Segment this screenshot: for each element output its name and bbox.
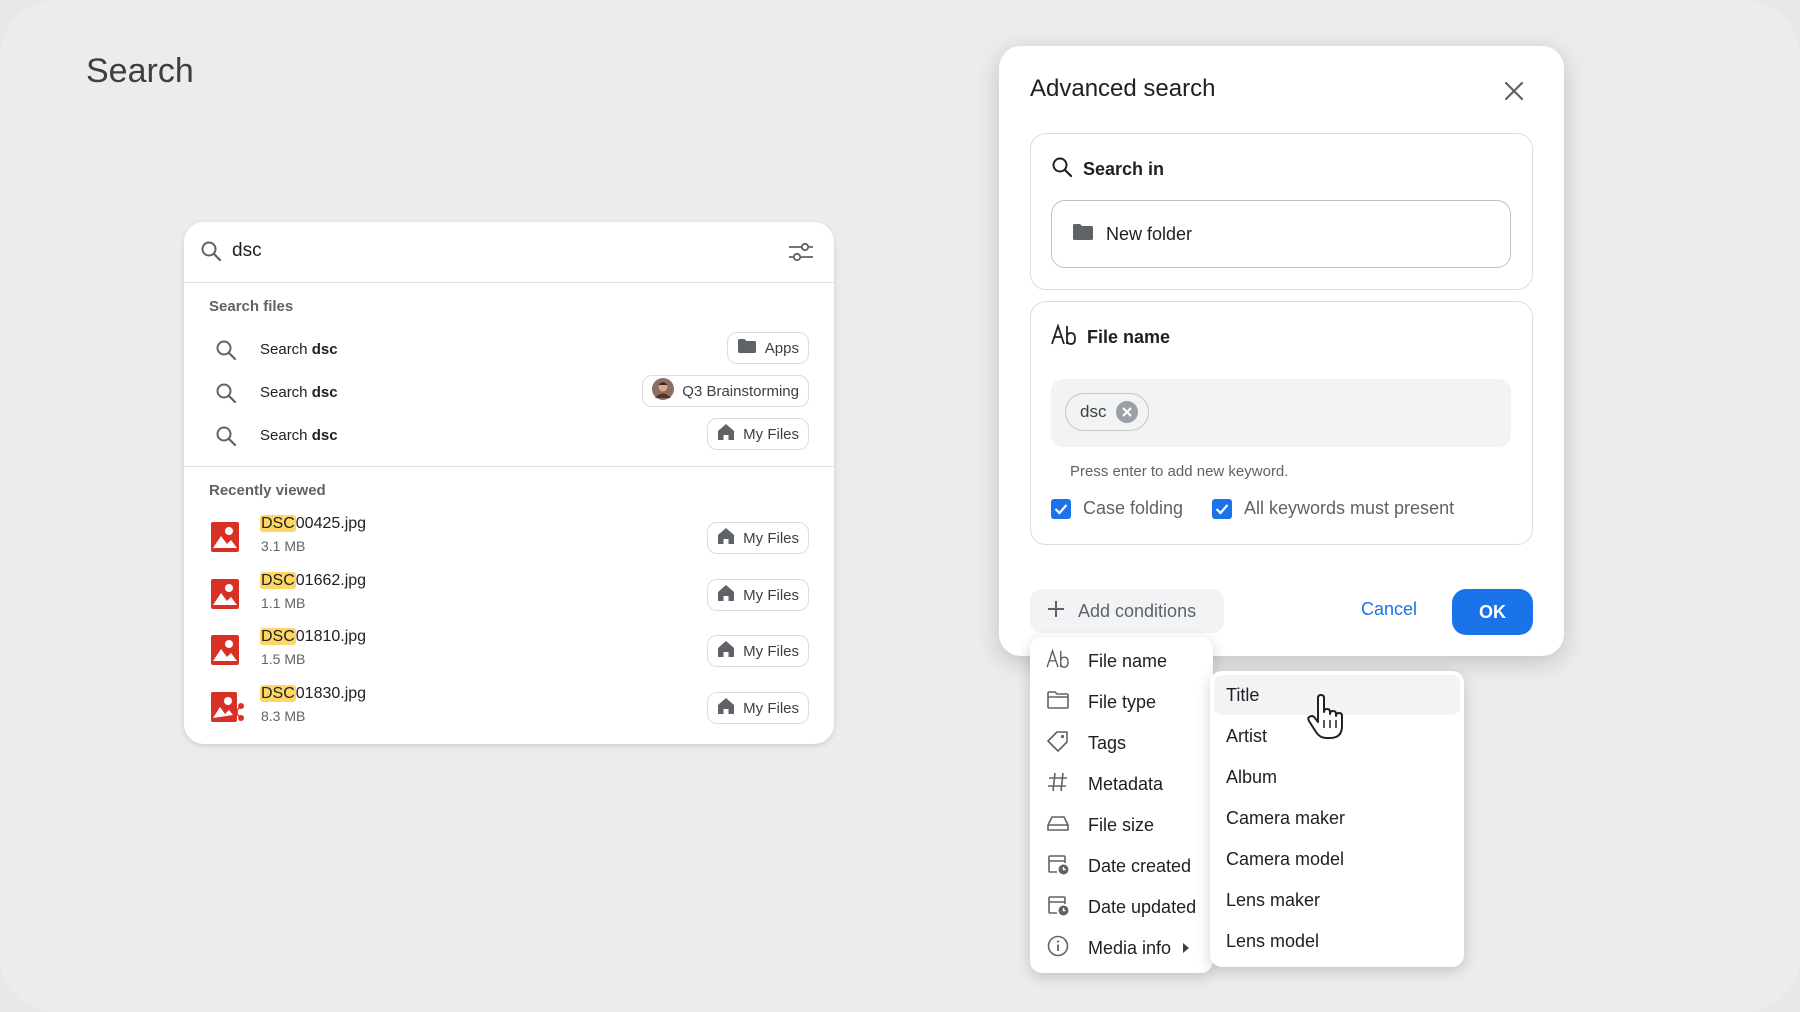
card-header: File name bbox=[1051, 323, 1170, 351]
submenu-arrow-icon bbox=[1181, 938, 1191, 959]
remove-keyword-icon[interactable] bbox=[1116, 401, 1139, 423]
section-label-search-files: Search files bbox=[209, 298, 294, 315]
tag-icon bbox=[1046, 730, 1070, 757]
folder-outline-icon bbox=[1046, 690, 1070, 715]
search-suggestion[interactable]: Search dsc Apps bbox=[184, 328, 834, 371]
advanced-search-dialog: Advanced search Search in New folder Fil… bbox=[999, 46, 1564, 656]
image-file-icon bbox=[211, 635, 239, 670]
close-icon bbox=[1499, 81, 1529, 110]
keyword-input[interactable]: dsc bbox=[1051, 379, 1511, 447]
search-suggestion[interactable]: Search dsc My Files bbox=[184, 414, 834, 457]
checkbox-checked-icon bbox=[1212, 498, 1232, 519]
search-icon bbox=[1051, 156, 1073, 183]
file-name-card: File name dsc Press enter to add new key… bbox=[1030, 301, 1533, 545]
menu-item-file-name[interactable]: File name bbox=[1030, 641, 1213, 681]
case-folding-checkbox[interactable]: Case folding bbox=[1051, 498, 1183, 519]
hand-cursor-icon bbox=[1306, 694, 1346, 745]
location-chip[interactable]: My Files bbox=[707, 635, 809, 667]
submenu-item-camera-maker[interactable]: Camera maker bbox=[1210, 798, 1464, 838]
location-chip[interactable]: My Files bbox=[707, 418, 809, 450]
location-chip[interactable]: My Files bbox=[707, 692, 809, 724]
home-icon bbox=[717, 584, 735, 606]
recent-file-row[interactable]: DSC00425.jpg 3.1 MB My Files bbox=[184, 512, 834, 564]
folder-icon bbox=[1072, 223, 1094, 246]
card-header: Search in bbox=[1051, 156, 1164, 183]
home-icon bbox=[717, 423, 735, 445]
location-chip[interactable]: My Files bbox=[707, 579, 809, 611]
suggestion-text: Search dsc bbox=[260, 341, 338, 358]
location-chip[interactable]: My Files bbox=[707, 522, 809, 554]
calendar-clock-icon bbox=[1046, 893, 1070, 922]
hash-icon bbox=[1046, 771, 1070, 798]
calendar-clock-icon bbox=[1046, 852, 1070, 881]
drive-icon bbox=[1046, 813, 1070, 838]
keyword-chip: dsc bbox=[1065, 393, 1150, 431]
filter-settings-icon[interactable] bbox=[788, 240, 814, 269]
suggestion-text: Search dsc bbox=[260, 384, 338, 401]
file-size: 3.1 MB bbox=[261, 538, 306, 554]
file-name: DSC01810.jpg bbox=[260, 628, 367, 645]
suggestion-text: Search dsc bbox=[260, 427, 338, 444]
search-icon bbox=[215, 425, 237, 452]
menu-item-media-info[interactable]: Media info bbox=[1030, 928, 1213, 968]
recent-file-row[interactable]: DSC01810.jpg 1.5 MB My Files bbox=[184, 625, 834, 677]
keyword-hint: Press enter to add new keyword. bbox=[1070, 463, 1289, 480]
text-ab-icon bbox=[1051, 323, 1077, 351]
page-title: Search bbox=[86, 52, 194, 90]
shared-image-file-icon bbox=[211, 692, 245, 727]
menu-item-date-created[interactable]: Date created bbox=[1030, 846, 1213, 886]
submenu-item-camera-model[interactable]: Camera model bbox=[1210, 839, 1464, 879]
dialog-title: Advanced search bbox=[1030, 75, 1216, 102]
file-size: 1.1 MB bbox=[261, 595, 306, 611]
add-conditions-button[interactable]: Add conditions bbox=[1030, 589, 1224, 633]
home-icon bbox=[717, 527, 735, 549]
search-suggestion[interactable]: Search dsc Q3 Brainstorming bbox=[184, 371, 834, 414]
search-icon bbox=[215, 382, 237, 409]
search-in-folder-field[interactable]: New folder bbox=[1051, 200, 1511, 268]
submenu-item-lens-model[interactable]: Lens model bbox=[1210, 921, 1464, 961]
close-button[interactable] bbox=[1499, 76, 1529, 106]
location-chip[interactable]: Apps bbox=[726, 332, 809, 364]
search-icon bbox=[200, 240, 222, 267]
location-chip[interactable]: Q3 Brainstorming bbox=[642, 375, 809, 407]
plus-icon bbox=[1046, 599, 1066, 624]
divider bbox=[184, 466, 834, 467]
canvas: Search dsc Search files Search dsc Apps … bbox=[0, 0, 1800, 1012]
home-icon bbox=[717, 640, 735, 662]
info-icon bbox=[1046, 934, 1070, 963]
ok-button[interactable]: OK bbox=[1452, 589, 1533, 635]
text-ab-icon bbox=[1046, 648, 1070, 674]
menu-item-tags[interactable]: Tags bbox=[1030, 723, 1213, 763]
folder-icon bbox=[737, 338, 757, 358]
file-size: 1.5 MB bbox=[261, 651, 306, 667]
search-input[interactable]: dsc bbox=[232, 240, 262, 262]
file-name: DSC00425.jpg bbox=[260, 515, 367, 532]
all-keywords-checkbox[interactable]: All keywords must present bbox=[1212, 498, 1454, 519]
section-label-recently-viewed: Recently viewed bbox=[209, 482, 326, 499]
cancel-button[interactable]: Cancel bbox=[1361, 599, 1417, 620]
menu-item-metadata[interactable]: Metadata bbox=[1030, 764, 1213, 804]
file-size: 8.3 MB bbox=[261, 708, 306, 724]
menu-item-file-type[interactable]: File type bbox=[1030, 682, 1213, 722]
home-icon bbox=[717, 697, 735, 719]
file-name: DSC01662.jpg bbox=[260, 572, 367, 589]
image-file-icon bbox=[211, 522, 239, 557]
recent-file-row[interactable]: DSC01830.jpg 8.3 MB My Files bbox=[184, 682, 834, 734]
submenu-item-lens-maker[interactable]: Lens maker bbox=[1210, 880, 1464, 920]
avatar bbox=[652, 378, 675, 404]
menu-item-file-size[interactable]: File size bbox=[1030, 805, 1213, 845]
search-panel: dsc Search files Search dsc Apps Search … bbox=[184, 222, 834, 744]
image-file-icon bbox=[211, 579, 239, 614]
recent-file-row[interactable]: DSC01662.jpg 1.1 MB My Files bbox=[184, 569, 834, 621]
search-icon bbox=[215, 339, 237, 366]
search-in-card: Search in New folder bbox=[1030, 133, 1533, 290]
submenu-item-album[interactable]: Album bbox=[1210, 757, 1464, 797]
file-name: DSC01830.jpg bbox=[260, 685, 367, 702]
menu-item-date-updated[interactable]: Date updated bbox=[1030, 887, 1213, 927]
checkbox-checked-icon bbox=[1051, 498, 1071, 519]
search-bar[interactable]: dsc bbox=[184, 222, 834, 283]
conditions-menu: File name File type Tags Metadata File s… bbox=[1030, 637, 1213, 973]
